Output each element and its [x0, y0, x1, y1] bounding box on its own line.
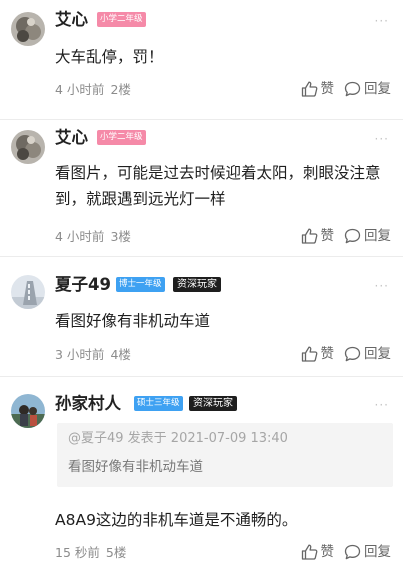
avatar[interactable]	[11, 275, 45, 309]
reply-button[interactable]: 回复	[344, 227, 391, 245]
level-badge: 小学二年级	[97, 12, 146, 27]
reply-label: 回复	[364, 544, 391, 560]
quote-header: @夏子49 发表于 2021-07-09 13:40	[68, 431, 288, 446]
title-badge: 资深玩家	[189, 396, 237, 411]
timestamp: 3 小时前	[55, 347, 105, 362]
username[interactable]: 艾心	[55, 128, 88, 148]
thumbs-up-icon	[301, 346, 317, 362]
level-badge: 小学二年级	[97, 130, 146, 145]
username[interactable]: 艾心	[55, 10, 88, 30]
comment-item: 孙家村人 硕士三年级 资深玩家 ··· @夏子49 发表于 2021-07-09…	[0, 377, 403, 576]
more-dots-icon[interactable]: ···	[375, 280, 389, 292]
speech-bubble-icon	[344, 544, 361, 560]
comment-item: 艾心 小学二年级 ··· 看图片，可能是过去时候迎着太阳，刺眼没注意到，就跟遇到…	[0, 120, 403, 256]
floor-number: 3楼	[110, 229, 131, 244]
comment-meta: 4 小时前 2楼	[55, 82, 131, 98]
like-button[interactable]: 赞	[301, 543, 335, 561]
like-label: 赞	[320, 81, 335, 97]
avatar[interactable]	[11, 394, 45, 428]
like-button[interactable]: 赞	[301, 80, 335, 98]
comment-text: 大车乱停，罚！	[55, 48, 164, 66]
speech-bubble-icon	[344, 81, 361, 97]
level-badge: 硕士三年级	[134, 396, 183, 411]
more-dots-icon[interactable]: ···	[375, 15, 389, 27]
speech-bubble-icon	[344, 346, 361, 362]
like-button[interactable]: 赞	[301, 345, 335, 363]
speech-bubble-icon	[344, 228, 361, 244]
reply-button[interactable]: 回复	[344, 345, 391, 363]
like-label: 赞	[320, 346, 335, 362]
comment-text: A8A9这边的非机车道是不通畅的。	[55, 511, 298, 529]
comment-meta: 15 秒前 5楼	[55, 545, 126, 561]
like-button[interactable]: 赞	[301, 227, 335, 245]
title-badge: 资深玩家	[173, 277, 221, 292]
quoted-comment[interactable]: @夏子49 发表于 2021-07-09 13:40 看图好像有非机动车道	[57, 423, 393, 487]
comment-item: 艾心 小学二年级 ··· 大车乱停，罚！ 4 小时前 2楼 赞 回复	[0, 0, 403, 119]
thumbs-up-icon	[301, 228, 317, 244]
level-badge: 博士一年级	[116, 277, 165, 292]
reply-button[interactable]: 回复	[344, 80, 391, 98]
timestamp: 4 小时前	[55, 229, 105, 244]
username[interactable]: 孙家村人	[55, 394, 121, 414]
like-label: 赞	[320, 544, 335, 560]
reply-button[interactable]: 回复	[344, 543, 391, 561]
floor-number: 2楼	[110, 82, 131, 97]
more-dots-icon[interactable]: ···	[375, 399, 389, 411]
reply-label: 回复	[364, 81, 391, 97]
thumbs-up-icon	[301, 544, 317, 560]
username[interactable]: 夏子49	[55, 275, 111, 295]
timestamp: 4 小时前	[55, 82, 105, 97]
comment-text: 看图片，可能是过去时候迎着太阳，刺眼没注意到，就跟遇到远光灯一样	[55, 164, 381, 208]
comment-actions: 赞 回复	[301, 543, 391, 561]
comment-actions: 赞 回复	[301, 227, 391, 245]
comment-meta: 3 小时前 4楼	[55, 347, 131, 363]
reply-label: 回复	[364, 346, 391, 362]
quote-text: 看图好像有非机动车道	[68, 459, 203, 475]
avatar[interactable]	[11, 12, 45, 46]
floor-number: 4楼	[110, 347, 131, 362]
avatar[interactable]	[11, 130, 45, 164]
timestamp: 15 秒前	[55, 545, 100, 560]
comment-meta: 4 小时前 3楼	[55, 229, 131, 245]
comment-actions: 赞 回复	[301, 345, 391, 363]
reply-label: 回复	[364, 228, 391, 244]
more-dots-icon[interactable]: ···	[375, 133, 389, 145]
comment-actions: 赞 回复	[301, 80, 391, 98]
comment-text: 看图好像有非机动车道	[55, 312, 211, 330]
thumbs-up-icon	[301, 81, 317, 97]
comment-item: 夏子49 博士一年级 资深玩家 ··· 看图好像有非机动车道 3 小时前 4楼 赞…	[0, 257, 403, 376]
floor-number: 5楼	[105, 545, 127, 560]
like-label: 赞	[320, 228, 335, 244]
